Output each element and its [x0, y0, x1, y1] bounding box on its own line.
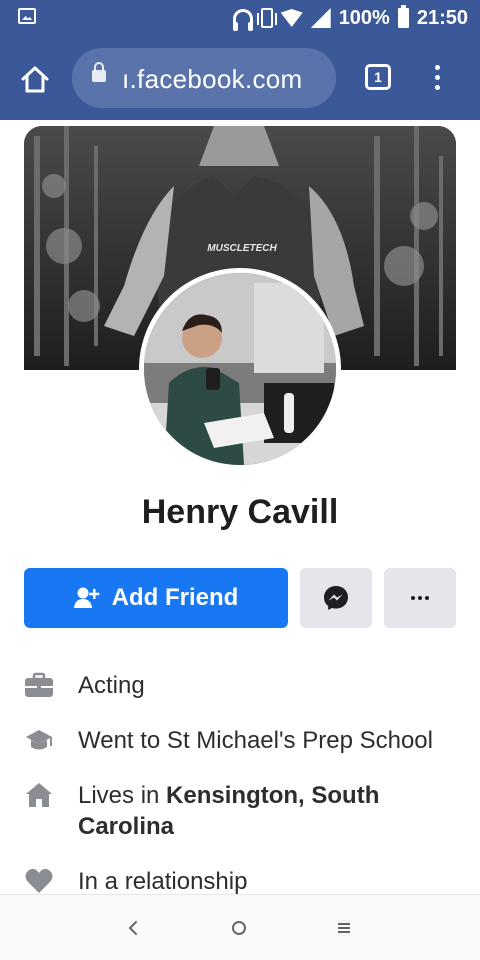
more-vert-icon[interactable]	[432, 65, 442, 93]
recents-icon[interactable]	[336, 920, 352, 936]
graduation-cap-icon	[26, 730, 52, 750]
back-icon[interactable]	[127, 919, 139, 937]
wifi-icon	[280, 9, 303, 27]
heart-icon	[25, 868, 53, 893]
briefcase-icon	[25, 672, 53, 697]
home-icon[interactable]	[20, 64, 50, 94]
add-friend-label: Add Friend	[111, 584, 239, 611]
battery-icon	[397, 5, 409, 28]
tabs-button[interactable]: 1	[365, 64, 391, 90]
message-button[interactable]	[300, 568, 372, 628]
more-horizontal-icon	[411, 596, 429, 600]
battery-percent: 100%	[338, 6, 390, 29]
lock-icon	[92, 62, 106, 82]
system-navigation-bar	[0, 894, 480, 960]
home-icon	[26, 783, 52, 807]
url-bar[interactable]: ı.facebook.com	[72, 48, 336, 108]
more-options-button[interactable]	[384, 568, 456, 628]
gallery-icon	[18, 8, 36, 24]
status-bar: 100% 21:50	[0, 0, 480, 36]
add-friend-button[interactable]: Add Friend	[24, 568, 288, 628]
url-text[interactable]: ı.facebook.com	[122, 64, 303, 95]
profile-picture[interactable]	[139, 268, 341, 470]
location-prefix: Lives in	[78, 782, 167, 809]
add-friend-icon	[73, 587, 99, 608]
vibrate-icon	[256, 8, 277, 28]
location-text: Lives in Kensington, South Carolina	[78, 780, 468, 842]
education-text: Went to St Michael's Prep School	[78, 727, 433, 754]
browser-toolbar: ı.facebook.com 1	[0, 36, 480, 120]
relationship-text: In a relationship	[78, 868, 248, 895]
headphones-icon	[232, 9, 253, 31]
svg-text:MUSCLETECH: MUSCLETECH	[207, 243, 277, 254]
work-text: Acting	[78, 672, 145, 699]
clock: 21:50	[416, 6, 468, 29]
messenger-icon	[324, 586, 348, 610]
signal-icon	[310, 8, 331, 28]
status-icons: 100% 21:50	[232, 5, 468, 31]
home-circle-icon[interactable]	[231, 920, 247, 936]
profile-name: Henry Cavill	[141, 493, 339, 531]
